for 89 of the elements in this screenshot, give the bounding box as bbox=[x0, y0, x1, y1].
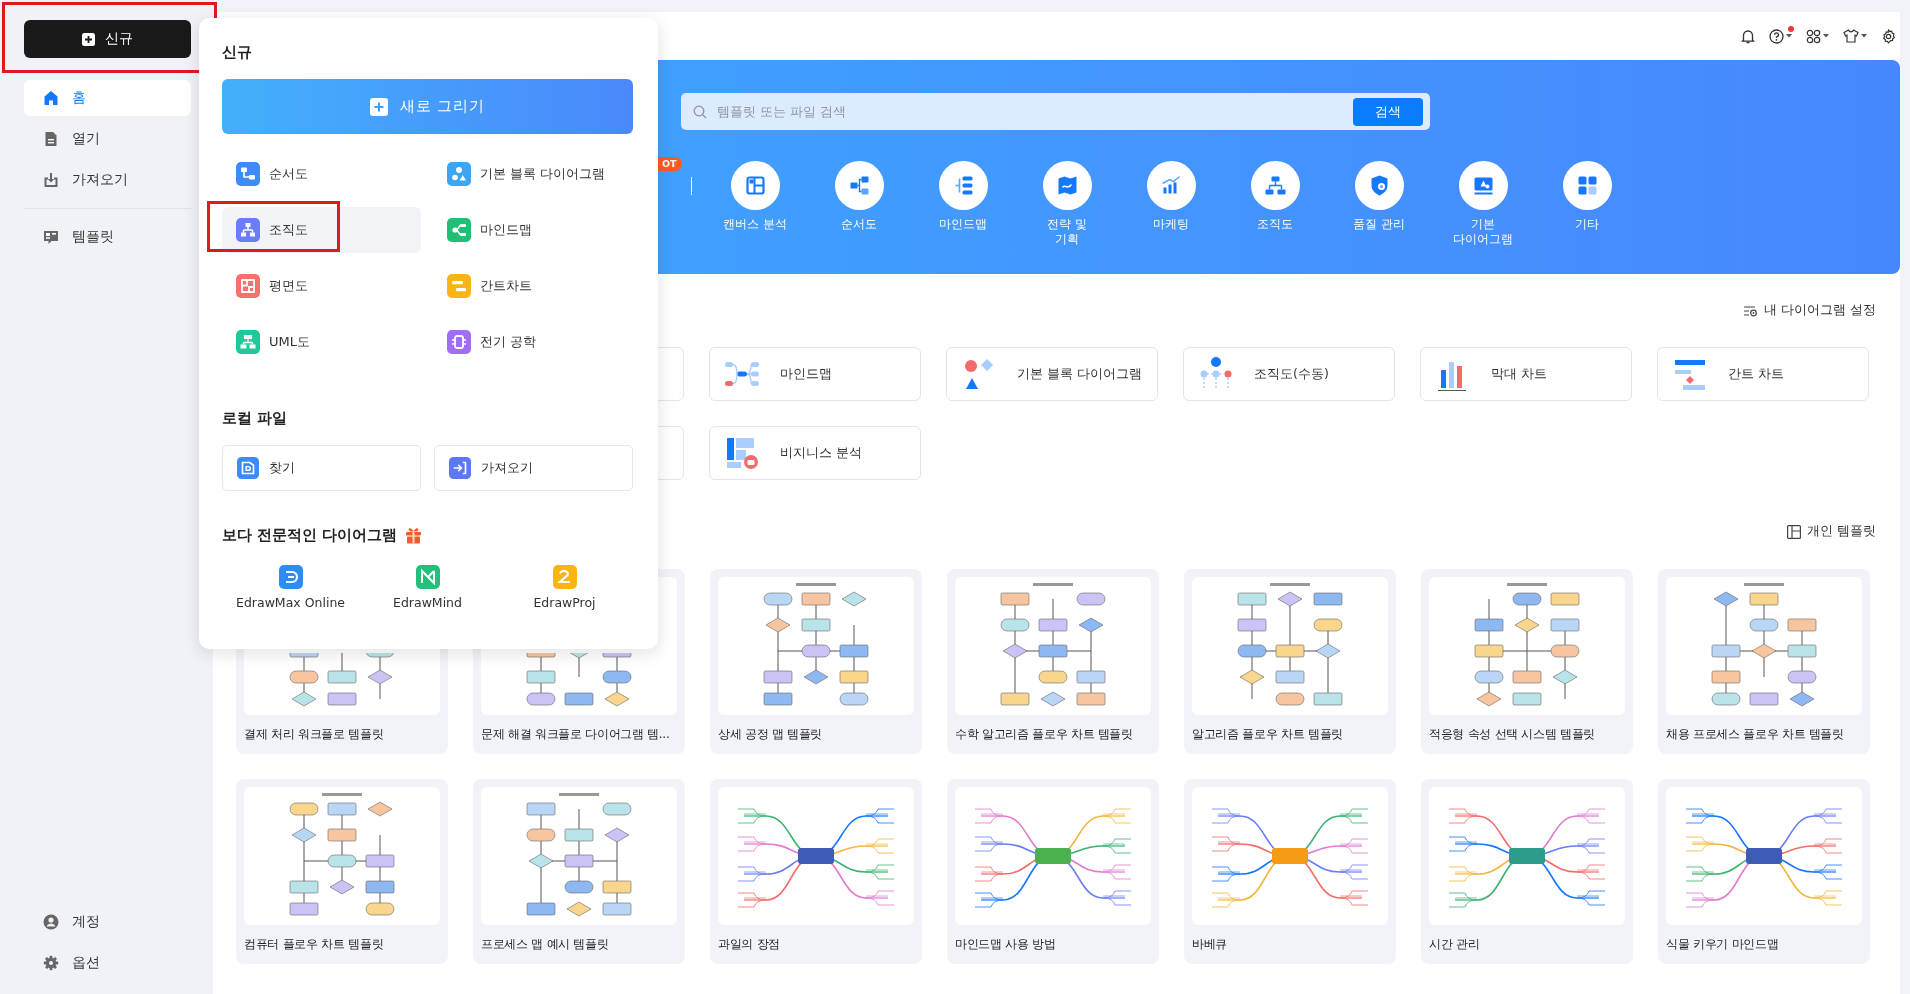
help-icon bbox=[1769, 28, 1784, 44]
template-card[interactable]: 과일의 장점 bbox=[710, 779, 922, 964]
template-card[interactable]: 채용 프로세스 플로우 차트 템플릿 bbox=[1658, 569, 1870, 754]
map-icon bbox=[1042, 161, 1092, 210]
menu-item[interactable]: 조직도 bbox=[222, 207, 421, 253]
sidebar-item[interactable]: 옵션 bbox=[24, 945, 191, 981]
apps-icon bbox=[1806, 28, 1821, 44]
plus-icon bbox=[82, 32, 95, 46]
template-title: 결제 처리 워크플로 템플릿 bbox=[244, 726, 385, 743]
home-icon bbox=[43, 90, 59, 106]
bell-icon bbox=[1741, 28, 1755, 44]
sidebar-item[interactable]: 열기 bbox=[24, 121, 191, 157]
shortcut-card[interactable]: 간트 차트 bbox=[1657, 347, 1869, 401]
template-title: 과일의 장점 bbox=[718, 936, 781, 953]
shapes-icon bbox=[1458, 161, 1508, 210]
menu-item[interactable]: UML도 bbox=[222, 319, 421, 365]
settings-icon bbox=[43, 955, 59, 971]
shortcut-card[interactable]: 마인드맵 bbox=[709, 347, 921, 401]
template-title: 알고리즘 플로우 차트 템플릿 bbox=[1192, 726, 1344, 743]
menu-item[interactable]: 기본 블록 다이어그램 bbox=[433, 151, 634, 197]
shirt-icon bbox=[1843, 29, 1859, 43]
search-button[interactable]: 검색 bbox=[1353, 97, 1423, 126]
template-card[interactable]: 적응형 속성 선택 시스템 템플릿 bbox=[1421, 569, 1633, 754]
template-icon bbox=[43, 229, 59, 245]
import-icon bbox=[43, 172, 59, 188]
template-card[interactable]: 수학 알고리즘 플로우 차트 템플릿 bbox=[947, 569, 1159, 754]
menu-item[interactable]: 간트차트 bbox=[433, 263, 634, 309]
user-icon bbox=[43, 914, 59, 930]
sidebar-item[interactable]: 계정 bbox=[24, 904, 191, 940]
template-card[interactable]: 바베큐 bbox=[1184, 779, 1396, 964]
apps-icon bbox=[1562, 161, 1612, 210]
sidebar-item[interactable]: 가져오기 bbox=[24, 162, 191, 198]
help-button[interactable] bbox=[1769, 26, 1792, 46]
caret-icon bbox=[1823, 34, 1829, 38]
caret-icon bbox=[1861, 34, 1867, 38]
template-title: 적응형 속성 선택 시스템 템플릿 bbox=[1429, 726, 1597, 743]
template-title: 상세 공정 맵 템플릿 bbox=[718, 726, 824, 743]
org-chart-icon bbox=[1250, 161, 1300, 210]
search-field[interactable]: 템플릿 또는 파일 검색 검색 bbox=[681, 93, 1430, 130]
template-title: 바베큐 bbox=[1192, 936, 1229, 953]
template-card[interactable]: 상세 공정 맵 템플릿 bbox=[710, 569, 922, 754]
sidebar-item[interactable]: 템플릿 bbox=[24, 219, 191, 255]
flowchart-icon bbox=[834, 161, 884, 210]
template-card[interactable]: 알고리즘 플로우 차트 템플릿 bbox=[1184, 569, 1396, 754]
menu-item[interactable]: 마인드맵 bbox=[433, 207, 634, 253]
gift-icon bbox=[405, 526, 423, 544]
shortcut-card[interactable]: 막대 차트 bbox=[1420, 347, 1632, 401]
menu-item[interactable]: 전기 공학 bbox=[433, 319, 634, 365]
grid-icon bbox=[730, 161, 780, 210]
shortcut-card[interactable]: 비지니스 분석 bbox=[709, 426, 921, 480]
personal-templates-link[interactable]: 개인 템플릿 bbox=[1787, 523, 1876, 540]
template-card[interactable]: 프로세스 맵 예시 템플릿 bbox=[473, 779, 685, 964]
theme-menu-button[interactable] bbox=[1843, 26, 1867, 46]
shortcut-card[interactable]: 기본 블록 다이어그램 bbox=[946, 347, 1158, 401]
local-file-button[interactable]: 찾기 bbox=[222, 445, 421, 491]
caret-icon bbox=[1786, 34, 1792, 38]
mind-map-icon bbox=[938, 161, 988, 210]
template-title: 식물 키우기 마인드맵 bbox=[1666, 936, 1780, 953]
settings-list-icon bbox=[1743, 304, 1759, 317]
template-card[interactable]: 컴퓨터 플로우 차트 템플릿 bbox=[236, 779, 448, 964]
new-button[interactable]: 신규 bbox=[24, 20, 191, 58]
menu-item[interactable]: 순서도 bbox=[222, 151, 421, 197]
growth-chart-icon bbox=[1146, 161, 1196, 210]
template-card[interactable]: 시간 관리 bbox=[1421, 779, 1633, 964]
template-title: 프로세스 맵 예시 템플릿 bbox=[481, 936, 610, 953]
menu-heading: 신규 bbox=[222, 42, 253, 62]
layout-icon bbox=[1787, 524, 1801, 539]
sidebar-item[interactable]: 홈 bbox=[24, 80, 191, 116]
template-title: 채용 프로세스 플로우 차트 템플릿 bbox=[1666, 726, 1845, 743]
template-title: 문제 해결 워크플로 다이어그램 템... bbox=[481, 726, 671, 743]
settings-icon bbox=[1881, 28, 1896, 44]
template-card[interactable]: 마인드맵 사용 방법 bbox=[947, 779, 1159, 964]
template-title: 수학 알고리즘 플로우 차트 템플릿 bbox=[955, 726, 1134, 743]
plus-icon bbox=[369, 97, 388, 116]
shortcut-card[interactable]: 조직도(수동) bbox=[1183, 347, 1395, 401]
menu-heading: 로컬 파일 bbox=[222, 408, 289, 428]
template-title: 시간 관리 bbox=[1429, 936, 1481, 953]
search-icon bbox=[693, 104, 707, 119]
shield-icon bbox=[1354, 161, 1404, 210]
document-icon bbox=[43, 131, 59, 147]
diagram-settings-link[interactable]: 내 다이어그램 설정 bbox=[1743, 302, 1876, 319]
template-title: 마인드맵 사용 방법 bbox=[955, 936, 1057, 953]
business-chart-icon bbox=[724, 435, 760, 471]
settings-button[interactable] bbox=[1881, 26, 1896, 46]
menu-heading: 보다 전문적인 다이어그램 bbox=[222, 525, 398, 545]
template-title: 컴퓨터 플로우 차트 템플릿 bbox=[244, 936, 385, 953]
local-file-button[interactable]: 가져오기 bbox=[434, 445, 633, 491]
menu-item[interactable]: 평면도 bbox=[222, 263, 421, 309]
template-card[interactable]: 식물 키우기 마인드맵 bbox=[1658, 779, 1870, 964]
